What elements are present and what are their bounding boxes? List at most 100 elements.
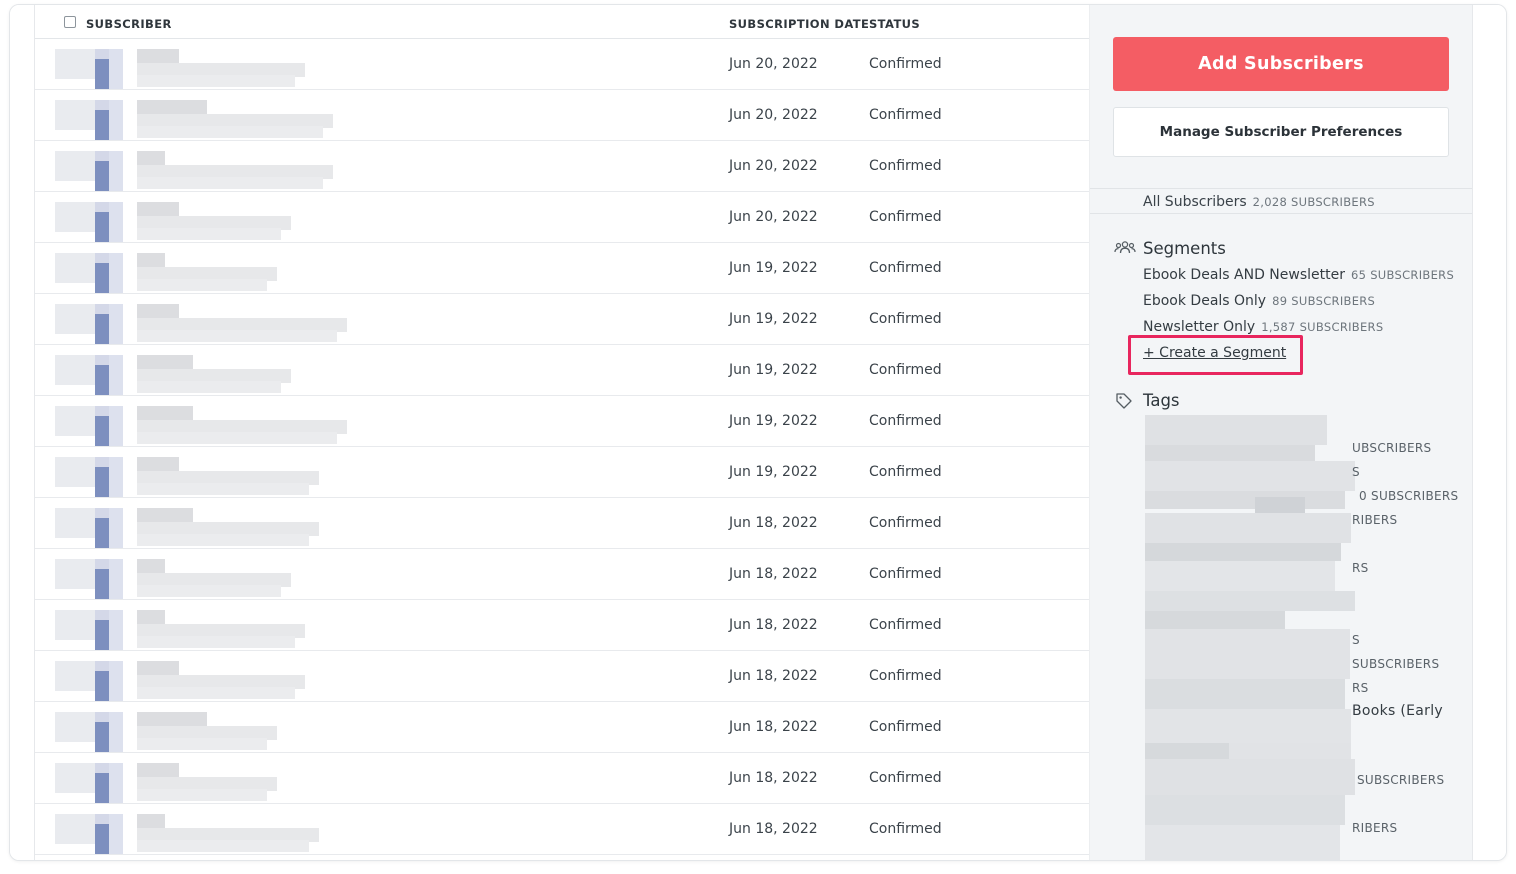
- segment-item[interactable]: Newsletter Only 1,587 SUBSCRIBERS: [1143, 319, 1383, 335]
- table-row[interactable]: Jun 18, 2022 Confirmed: [35, 702, 1089, 753]
- tag-count-fragment: S: [1352, 633, 1360, 647]
- subscription-date-cell: Jun 20, 2022: [729, 209, 818, 225]
- subscriber-redacted: [55, 45, 375, 89]
- subscriber-redacted: [55, 606, 375, 650]
- tag-count-fragment: UBSCRIBERS: [1352, 441, 1432, 455]
- tag-count-fragment: S: [1352, 465, 1360, 479]
- subscription-date-cell: Jun 20, 2022: [729, 107, 818, 123]
- select-all-checkbox[interactable]: [64, 16, 76, 28]
- table-row[interactable]: Jun 20, 2022 Confirmed: [35, 192, 1089, 243]
- subscriber-redacted: [55, 657, 375, 701]
- subscriber-redacted: [55, 300, 375, 344]
- subscription-date-cell: Jun 20, 2022: [729, 158, 818, 174]
- subscription-date-cell: Jun 18, 2022: [729, 770, 818, 786]
- tag-label-fragment: Books (Early: [1352, 703, 1444, 719]
- table-row[interactable]: Jun 18, 2022 Confirmed: [35, 498, 1089, 549]
- subscriber-redacted: [55, 351, 375, 395]
- subscriber-redacted: [55, 555, 375, 599]
- sidebar: Add Subscribers Manage Subscriber Prefer…: [1089, 5, 1473, 860]
- tag-count-fragment: SUBSCRIBERS: [1357, 773, 1445, 787]
- table-row[interactable]: Jun 18, 2022 Confirmed: [35, 753, 1089, 804]
- table-row[interactable]: Jun 19, 2022 Confirmed: [35, 243, 1089, 294]
- table-row[interactable]: Jun 20, 2022 Confirmed: [35, 39, 1089, 90]
- segment-item[interactable]: Ebook Deals Only 89 SUBSCRIBERS: [1143, 293, 1375, 309]
- segment-label: Newsletter Only: [1143, 319, 1256, 335]
- divider: [1090, 213, 1473, 214]
- table-row[interactable]: Jun 19, 2022 Confirmed: [35, 345, 1089, 396]
- status-cell: Confirmed: [869, 56, 942, 72]
- column-header-status[interactable]: STATUS: [869, 17, 920, 31]
- right-gutter: [1472, 5, 1506, 860]
- subscriber-redacted: [55, 810, 375, 854]
- subscription-date-cell: Jun 18, 2022: [729, 617, 818, 633]
- app-frame: SUBSCRIBER SUBSCRIPTION DATE STATUS Jun …: [9, 4, 1507, 861]
- status-cell: Confirmed: [869, 719, 942, 735]
- tags-redacted-area: [1145, 415, 1355, 860]
- all-subscribers-label: All Subscribers: [1143, 194, 1247, 210]
- status-cell: Confirmed: [869, 260, 942, 276]
- segment-count: 89 SUBSCRIBERS: [1272, 294, 1376, 308]
- status-cell: Confirmed: [869, 362, 942, 378]
- status-cell: Confirmed: [869, 617, 942, 633]
- subscriber-redacted: [55, 198, 375, 242]
- subscription-date-cell: Jun 19, 2022: [729, 362, 818, 378]
- subscriber-redacted: [55, 504, 375, 548]
- subscription-date-cell: Jun 19, 2022: [729, 260, 818, 276]
- subscriber-redacted: [55, 147, 375, 191]
- subscription-date-cell: Jun 18, 2022: [729, 821, 818, 837]
- table-row[interactable]: Jun 20, 2022 Confirmed: [35, 90, 1089, 141]
- all-subscribers-count: 2,028 SUBSCRIBERS: [1252, 195, 1375, 209]
- table-header: SUBSCRIBER SUBSCRIPTION DATE STATUS: [35, 5, 1089, 39]
- segment-count: 65 SUBSCRIBERS: [1351, 268, 1455, 282]
- tag-count-fragment: RS: [1352, 681, 1369, 695]
- table-row[interactable]: Jun 19, 2022 Confirmed: [35, 447, 1089, 498]
- tags-heading: Tags: [1143, 391, 1180, 410]
- subscriber-redacted: [55, 759, 375, 803]
- status-cell: Confirmed: [869, 107, 942, 123]
- subscription-date-cell: Jun 20, 2022: [729, 56, 818, 72]
- table-row[interactable]: Jun 18, 2022 Confirmed: [35, 549, 1089, 600]
- segments-heading: Segments: [1143, 239, 1226, 258]
- column-header-subscriber[interactable]: SUBSCRIBER: [86, 17, 172, 31]
- table-row[interactable]: Jun 18, 2022 Confirmed: [35, 600, 1089, 651]
- tag-icon: [1115, 392, 1133, 414]
- table-row[interactable]: Jun 19, 2022 Confirmed: [35, 396, 1089, 447]
- segment-count: 1,587 SUBSCRIBERS: [1261, 320, 1384, 334]
- subscribers-table: SUBSCRIBER SUBSCRIPTION DATE STATUS Jun …: [35, 5, 1089, 860]
- create-segment-link[interactable]: + Create a Segment: [1143, 345, 1286, 361]
- left-gutter: [10, 5, 35, 860]
- subscriber-redacted: [55, 708, 375, 752]
- subscription-date-cell: Jun 18, 2022: [729, 566, 818, 582]
- subscription-date-cell: Jun 19, 2022: [729, 311, 818, 327]
- tag-count-fragment: RIBERS: [1352, 513, 1398, 527]
- subscriber-redacted: [55, 453, 375, 497]
- table-row[interactable]: Jun 20, 2022 Confirmed: [35, 141, 1089, 192]
- tag-count-fragment: RIBERS: [1352, 821, 1398, 835]
- table-row[interactable]: Jun 19, 2022 Confirmed: [35, 294, 1089, 345]
- status-cell: Confirmed: [869, 566, 942, 582]
- tag-count-fragment: 0 SUBSCRIBERS: [1359, 489, 1459, 503]
- status-cell: Confirmed: [869, 413, 942, 429]
- segment-item[interactable]: Ebook Deals AND Newsletter 65 SUBSCRIBERS: [1143, 267, 1454, 283]
- divider: [1090, 188, 1473, 189]
- status-cell: Confirmed: [869, 464, 942, 480]
- segment-label: Ebook Deals AND Newsletter: [1143, 267, 1345, 283]
- status-cell: Confirmed: [869, 209, 942, 225]
- table-row[interactable]: Jun 18, 2022 Confirmed: [35, 651, 1089, 702]
- manage-subscriber-preferences-button[interactable]: Manage Subscriber Preferences: [1113, 107, 1449, 157]
- status-cell: Confirmed: [869, 515, 942, 531]
- segment-label: Ebook Deals Only: [1143, 293, 1267, 309]
- table-body: Jun 20, 2022 Confirmed Jun 20, 2022 Confirm…: [35, 39, 1089, 855]
- subscriber-redacted: [55, 402, 375, 446]
- subscription-date-cell: Jun 19, 2022: [729, 464, 818, 480]
- subscription-date-cell: Jun 18, 2022: [729, 515, 818, 531]
- status-cell: Confirmed: [869, 311, 942, 327]
- subscription-date-cell: Jun 18, 2022: [729, 668, 818, 684]
- column-header-subscription-date[interactable]: SUBSCRIPTION DATE: [729, 17, 869, 31]
- all-subscribers-link[interactable]: All Subscribers 2,028 SUBSCRIBERS: [1143, 194, 1375, 210]
- subscription-date-cell: Jun 19, 2022: [729, 413, 818, 429]
- status-cell: Confirmed: [869, 668, 942, 684]
- status-cell: Confirmed: [869, 158, 942, 174]
- table-row[interactable]: Jun 18, 2022 Confirmed: [35, 804, 1089, 855]
- add-subscribers-button[interactable]: Add Subscribers: [1113, 37, 1449, 91]
